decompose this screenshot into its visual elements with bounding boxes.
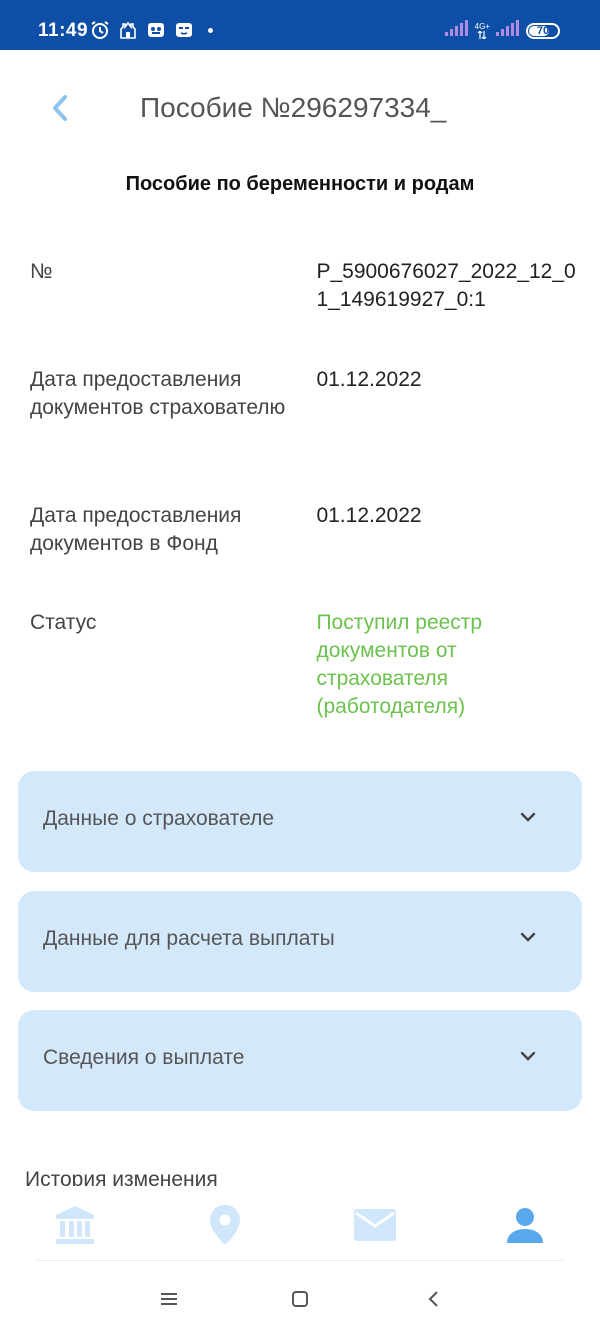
more-notifications-dot — [208, 27, 213, 33]
detail-label: № — [30, 260, 53, 283]
tab-profile[interactable] — [495, 1200, 555, 1250]
detail-row-number: № P_5900676027_2022_12_01_149619927_0:1 — [30, 258, 585, 314]
accordion-label: Данные для расчета выплаты — [43, 927, 335, 950]
status-bar: 11:49 4G+ 70 — [0, 0, 600, 50]
face-app-icon — [174, 20, 194, 40]
divider — [36, 1260, 564, 1261]
bank-icon — [56, 1206, 94, 1244]
history-section-label[interactable]: История изменения — [25, 1166, 218, 1186]
detail-value: 01.12.2022 — [316, 504, 422, 527]
accordion-label: Сведения о выплате — [43, 1046, 245, 1069]
mobile-data-indicator: 4G+ — [474, 21, 490, 39]
battery-percent: 70 — [536, 24, 550, 37]
benefit-type-title: Пособие по беременности и родам — [125, 173, 475, 195]
chevron-down-icon — [516, 925, 540, 949]
network-type: 4G+ — [474, 21, 490, 31]
detail-row-status: Статус Поступил реестр документов от стр… — [30, 609, 585, 721]
system-status-icons: 4G+ 70 — [444, 20, 560, 41]
location-pin-icon — [210, 1205, 240, 1245]
home-square-icon — [292, 1291, 308, 1307]
castle-app-icon — [118, 20, 138, 40]
signal-icon-2 — [496, 20, 520, 41]
tab-messages[interactable] — [345, 1200, 405, 1250]
accordion-insurer-data[interactable]: Данные о страхователе — [18, 771, 582, 872]
signal-icon — [444, 20, 469, 41]
mail-icon — [354, 1209, 396, 1241]
detail-value: P_5900676027_2022_12_01_149619927_0:1 — [316, 260, 576, 311]
accordion-payment-info[interactable]: Сведения о выплате — [18, 1010, 582, 1111]
home-button[interactable] — [285, 1284, 315, 1314]
detail-value: 01.12.2022 — [316, 368, 422, 391]
back-arrow-icon — [53, 95, 67, 121]
back-button[interactable] — [42, 90, 78, 126]
alarm-icon — [90, 20, 110, 40]
detail-label: Дата предоставления документов страховат… — [30, 368, 286, 419]
chevron-down-icon — [516, 805, 540, 829]
detail-row-date-insurer: Дата предоставления документов страховат… — [30, 366, 585, 422]
detail-label: Дата предоставления документов в Фонд — [30, 504, 242, 555]
accordion-label: Данные о страхователе — [43, 807, 275, 830]
system-back-button[interactable] — [418, 1284, 448, 1314]
status-time: 11:49 — [38, 20, 89, 41]
detail-row-date-fund: Дата предоставления документов в Фонд 01… — [30, 502, 585, 558]
page-title: Пособие №296297334_ — [140, 92, 447, 123]
app-header: Пособие №296297334_ — [0, 50, 600, 165]
status-value: Поступил реестр документов от страховате… — [316, 611, 483, 718]
tab-map[interactable] — [195, 1200, 255, 1250]
bottom-tab-bar — [0, 1186, 600, 1262]
recent-apps-button[interactable] — [154, 1284, 184, 1314]
tab-bank[interactable] — [45, 1200, 105, 1250]
battery-icon: 70 — [526, 22, 560, 39]
mask-app-icon — [146, 20, 166, 40]
back-chevron-icon — [428, 1291, 438, 1307]
profile-icon — [507, 1208, 543, 1243]
menu-icon — [161, 1293, 177, 1305]
system-nav-bar — [0, 1262, 600, 1332]
detail-label: Статус — [30, 611, 97, 634]
notification-icons — [90, 20, 213, 40]
accordion-payment-calc-data[interactable]: Данные для расчета выплаты — [18, 891, 582, 992]
chevron-down-icon — [516, 1044, 540, 1068]
